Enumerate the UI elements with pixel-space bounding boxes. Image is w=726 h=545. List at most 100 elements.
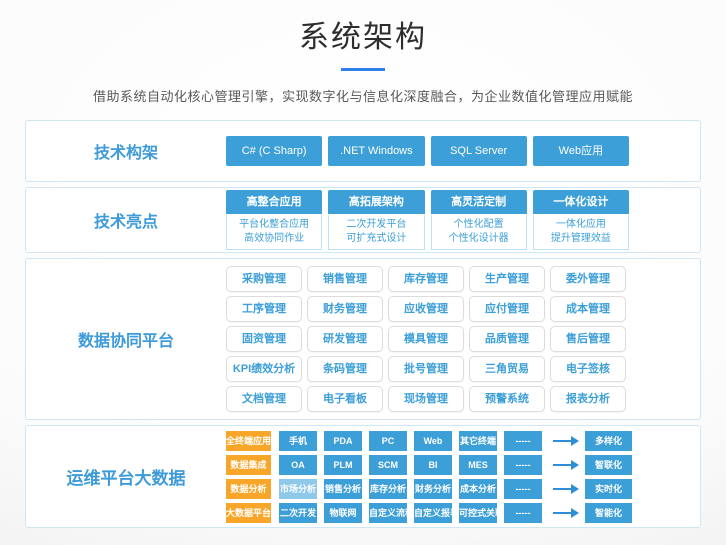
bigdata-item: ----- xyxy=(504,503,542,523)
bigdata-item: 二次开发 xyxy=(279,503,317,523)
module-chip: 研发管理 xyxy=(307,326,383,352)
card-highlights: 技术亮点 高整合应用 平台化整合应用 高效协同作业 高拓展架构 二次开发平台 可… xyxy=(25,187,701,253)
bigdata-item: 可控式关联 xyxy=(459,503,497,523)
module-chip: 固资管理 xyxy=(226,326,302,352)
highlight-title: 高灵活定制 xyxy=(431,190,527,214)
module-chip: 销售管理 xyxy=(307,266,383,292)
card-tech-stack: 技术构架 C# (C Sharp) .NET Windows SQL Serve… xyxy=(25,120,701,182)
bigdata-item: 财务分析 xyxy=(414,479,452,499)
bigdata-item: ----- xyxy=(504,455,542,475)
bigdata-item: 销售分析 xyxy=(324,479,362,499)
highlight-line: 二次开发平台 xyxy=(329,218,423,232)
highlight-column: 一体化设计 一体化应用 提升管理效益 xyxy=(533,190,629,250)
bigdata-item: PC xyxy=(369,431,407,451)
highlight-title: 高整合应用 xyxy=(226,190,322,214)
highlight-title: 一体化设计 xyxy=(533,190,629,214)
tech-item-csharp: C# (C Sharp) xyxy=(226,136,322,166)
module-chip: 品质管理 xyxy=(469,326,545,352)
card-bigdata: 运维平台大数据 全终端应用 手机 PDA PC Web 其它终端 ----- 多… xyxy=(25,425,701,528)
highlight-column: 高整合应用 平台化整合应用 高效协同作业 xyxy=(226,190,322,250)
row-items: 市场分析 销售分析 库存分析 财务分析 成本分析 ----- xyxy=(279,479,542,499)
tech-stack-buttons: C# (C Sharp) .NET Windows SQL Server Web… xyxy=(226,136,629,166)
bigdata-item: 成本分析 xyxy=(459,479,497,499)
module-chip: 模具管理 xyxy=(388,326,464,352)
tech-item-sqlserver: SQL Server xyxy=(431,136,527,166)
page-subtitle: 借助系统自动化核心管理引擎，实现数字化与信息化深度融合，为企业数值化管理应用赋能 xyxy=(0,86,726,105)
module-chip: 生产管理 xyxy=(469,266,545,292)
row-result: 智能化 xyxy=(585,503,632,523)
module-chip: 库存管理 xyxy=(388,266,464,292)
highlight-column: 高灵活定制 个性化配置 个性化设计器 xyxy=(431,190,527,250)
bigdata-item: 其它终端 xyxy=(459,431,497,451)
bigdata-row-analysis: 数据分析 市场分析 销售分析 库存分析 财务分析 成本分析 ----- 实时化 xyxy=(226,479,632,499)
module-chip: 现场管理 xyxy=(388,386,464,412)
module-chip: 文档管理 xyxy=(226,386,302,412)
bigdata-item: 市场分析 xyxy=(279,479,317,499)
highlights-label: 技术亮点 xyxy=(26,208,226,232)
module-chip: 电子看板 xyxy=(307,386,383,412)
module-chip: 工序管理 xyxy=(226,296,302,322)
row-items: 手机 PDA PC Web 其它终端 ----- xyxy=(279,431,542,451)
tech-item-web: Web应用 xyxy=(533,136,629,166)
card-data-platform: 数据协同平台 采购管理 销售管理 库存管理 生产管理 委外管理 工序管理 财务管… xyxy=(25,258,701,420)
bigdata-item: PDA xyxy=(324,431,362,451)
highlight-line: 一体化应用 xyxy=(534,218,628,232)
row-tag: 数据分析 xyxy=(226,479,271,499)
highlight-line: 提升管理效益 xyxy=(534,232,628,246)
module-chip: KPI绩效分析 xyxy=(226,356,302,382)
system-architecture-page: 系统架构 借助系统自动化核心管理引擎，实现数字化与信息化深度融合，为企业数值化管… xyxy=(0,0,726,545)
bigdata-item: 自定义流程 xyxy=(369,503,407,523)
highlight-body: 平台化整合应用 高效协同作业 xyxy=(226,214,322,250)
bigdata-row-integration: 数据集成 OA PLM SCM BI MES ----- 智联化 xyxy=(226,455,632,475)
tech-item-dotnet: .NET Windows xyxy=(328,136,424,166)
row-result: 多样化 xyxy=(585,431,632,451)
arrow-right-icon xyxy=(553,512,577,514)
module-chip: 预警系统 xyxy=(469,386,545,412)
highlight-body: 二次开发平台 可扩充式设计 xyxy=(328,214,424,250)
bigdata-item: OA xyxy=(279,455,317,475)
row-tag: 全终端应用 xyxy=(226,431,271,451)
module-chip: 售后管理 xyxy=(550,326,626,352)
bigdata-row-terminals: 全终端应用 手机 PDA PC Web 其它终端 ----- 多样化 xyxy=(226,431,632,451)
data-platform-label: 数据协同平台 xyxy=(26,327,226,351)
arrow-right-icon xyxy=(553,464,577,466)
module-chip: 批号管理 xyxy=(388,356,464,382)
data-platform-grid: 采购管理 销售管理 库存管理 生产管理 委外管理 工序管理 财务管理 应收管理 … xyxy=(226,266,626,412)
bigdata-item: 自定义报表 xyxy=(414,503,452,523)
bigdata-rows: 全终端应用 手机 PDA PC Web 其它终端 ----- 多样化 数据集成 xyxy=(226,430,632,523)
highlight-body: 一体化应用 提升管理效益 xyxy=(533,214,629,250)
module-chip: 成本管理 xyxy=(550,296,626,322)
highlight-body: 个性化配置 个性化设计器 xyxy=(431,214,527,250)
row-result: 智联化 xyxy=(585,455,632,475)
module-chip: 条码管理 xyxy=(307,356,383,382)
bigdata-item: 库存分析 xyxy=(369,479,407,499)
bigdata-item: ----- xyxy=(504,431,542,451)
bigdata-item: MES xyxy=(459,455,497,475)
arrow-right-icon xyxy=(553,440,577,442)
highlight-columns: 高整合应用 平台化整合应用 高效协同作业 高拓展架构 二次开发平台 可扩充式设计… xyxy=(226,190,629,250)
bigdata-row-platform: 大数据平台 二次开发 物联网 自定义流程 自定义报表 可控式关联 ----- 智… xyxy=(226,503,632,523)
module-chip: 电子签核 xyxy=(550,356,626,382)
highlight-title: 高拓展架构 xyxy=(328,190,424,214)
row-items: OA PLM SCM BI MES ----- xyxy=(279,455,542,475)
bigdata-label: 运维平台大数据 xyxy=(26,464,226,489)
highlight-line: 可扩充式设计 xyxy=(329,232,423,246)
module-chip: 应付管理 xyxy=(469,296,545,322)
highlight-line: 平台化整合应用 xyxy=(227,218,321,232)
row-result: 实时化 xyxy=(585,479,632,499)
row-tag: 大数据平台 xyxy=(226,503,271,523)
module-chip: 委外管理 xyxy=(550,266,626,292)
module-chip: 三角贸易 xyxy=(469,356,545,382)
bigdata-item: ----- xyxy=(504,479,542,499)
bigdata-item: PLM xyxy=(324,455,362,475)
page-title: 系统架构 xyxy=(0,0,726,56)
tech-stack-label: 技术构架 xyxy=(26,139,226,163)
bigdata-item: 手机 xyxy=(279,431,317,451)
module-chip: 财务管理 xyxy=(307,296,383,322)
highlight-line: 个性化设计器 xyxy=(432,232,526,246)
title-underline xyxy=(341,68,385,71)
bigdata-item: SCM xyxy=(369,455,407,475)
arrow-right-icon xyxy=(553,488,577,490)
row-items: 二次开发 物联网 自定义流程 自定义报表 可控式关联 ----- xyxy=(279,503,542,523)
bigdata-item: 物联网 xyxy=(324,503,362,523)
